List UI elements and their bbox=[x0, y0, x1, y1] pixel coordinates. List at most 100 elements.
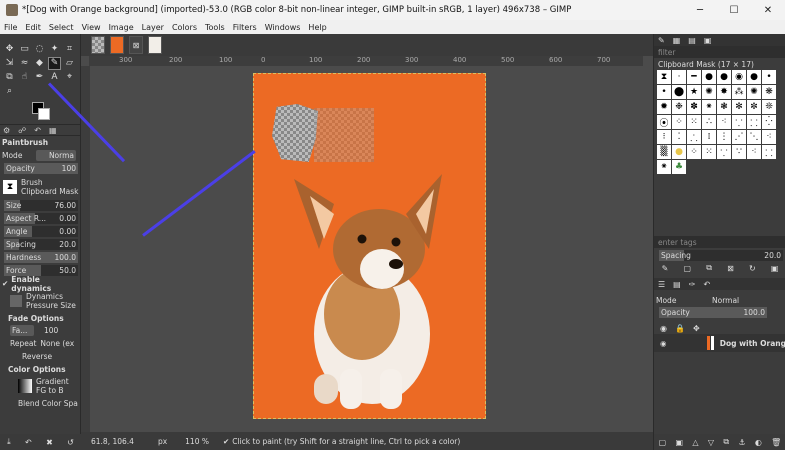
paintbrush-tool-icon[interactable]: ✎ bbox=[48, 56, 61, 70]
brush-item[interactable]: ❉ bbox=[672, 100, 686, 114]
brush-item[interactable]: ✸ bbox=[717, 85, 731, 99]
edit-brush-icon[interactable]: ✎ bbox=[662, 264, 669, 273]
brush-item[interactable]: ⁂ bbox=[732, 85, 746, 99]
brush-item[interactable]: ⁚ bbox=[672, 130, 686, 144]
brush-item[interactable]: ● bbox=[747, 70, 761, 84]
reset-options-icon[interactable]: ↺ bbox=[67, 438, 74, 447]
smudge-tool-icon[interactable]: ☝ bbox=[18, 71, 31, 84]
color-picker-tool-icon[interactable]: ⌖ bbox=[63, 71, 76, 84]
close-button[interactable]: ✕ bbox=[751, 0, 785, 20]
delete-options-icon[interactable]: ✖ bbox=[46, 438, 53, 447]
brush-item[interactable]: ✺ bbox=[747, 85, 761, 99]
undo-tab-icon[interactable]: ↶ bbox=[703, 280, 710, 289]
move-tool-icon[interactable]: ✥ bbox=[3, 43, 16, 56]
open-as-image-icon[interactable]: ▣ bbox=[771, 264, 779, 273]
brush-filter-input[interactable]: filter bbox=[654, 46, 785, 58]
eraser-tool-icon[interactable]: ▱ bbox=[63, 57, 76, 70]
brush-item[interactable]: ❊ bbox=[762, 100, 776, 114]
menu-select[interactable]: Select bbox=[49, 23, 74, 32]
brush-item[interactable]: • bbox=[657, 85, 671, 99]
brush-item[interactable]: ● bbox=[672, 145, 686, 159]
brush-item[interactable]: · bbox=[672, 70, 686, 84]
fonts-tab-icon[interactable]: ▤ bbox=[688, 36, 696, 45]
aspect-ratio-slider[interactable]: Aspect R... 0.00 bbox=[4, 213, 78, 224]
brush-item[interactable]: ▒ bbox=[657, 145, 671, 159]
paths-tab-icon[interactable]: ✑ bbox=[689, 280, 696, 289]
angle-slider[interactable]: Angle 0.00 bbox=[4, 226, 78, 237]
brush-item[interactable]: ⁙ bbox=[687, 115, 701, 129]
brush-item[interactable]: ⁘ bbox=[672, 115, 686, 129]
image-tab-close-icon[interactable]: ⊠ bbox=[129, 36, 143, 54]
layers-tab-icon[interactable]: ☰ bbox=[658, 280, 665, 289]
brush-item[interactable]: ⋰ bbox=[732, 130, 746, 144]
refresh-brushes-icon[interactable]: ↻ bbox=[749, 264, 756, 273]
fuzzy-select-tool-icon[interactable]: ✦ bbox=[48, 43, 61, 56]
brush-item[interactable]: ⁙ bbox=[702, 145, 716, 159]
repeat-select[interactable]: None (ex bbox=[40, 339, 74, 348]
brush-item[interactable]: • bbox=[762, 70, 776, 84]
brush-spacing-slider[interactable]: Spacing 20.0 bbox=[659, 250, 783, 261]
image-canvas[interactable] bbox=[253, 73, 486, 419]
brush-item[interactable]: ⁖ bbox=[762, 130, 776, 144]
brush-item[interactable]: ⬤ bbox=[672, 85, 686, 99]
patterns-tab-icon[interactable]: ▦ bbox=[673, 36, 681, 45]
layer-opacity-slider[interactable]: Opacity 100.0 bbox=[659, 307, 767, 318]
brush-item[interactable]: ✹ bbox=[657, 100, 671, 114]
brush-item[interactable]: ⸪ bbox=[717, 145, 731, 159]
brush-item[interactable]: ⁘ bbox=[687, 145, 701, 159]
transform-tool-icon[interactable]: ⇲ bbox=[3, 57, 16, 70]
brush-item[interactable]: ∵ bbox=[732, 145, 746, 159]
layer-visibility-eye-icon[interactable]: ◉ bbox=[660, 339, 667, 348]
background-color-swatch[interactable] bbox=[38, 108, 50, 120]
lasso-tool-icon[interactable]: ◌ bbox=[33, 43, 46, 56]
duplicate-layer-icon[interactable]: ⧉ bbox=[723, 437, 729, 447]
brush-item[interactable]: ✻ bbox=[732, 100, 746, 114]
brush-item[interactable]: ❋ bbox=[762, 85, 776, 99]
menu-tools[interactable]: Tools bbox=[205, 23, 225, 32]
brush-item[interactable]: ━ bbox=[687, 70, 701, 84]
brush-item[interactable]: ● bbox=[702, 70, 716, 84]
new-group-icon[interactable]: ▣ bbox=[676, 438, 684, 447]
brush-item[interactable]: ⁕ bbox=[702, 100, 716, 114]
anchor-layer-icon[interactable]: ⚓ bbox=[738, 438, 745, 447]
layer-mode-select[interactable]: Normal bbox=[712, 296, 739, 305]
lock-visibility-icon[interactable]: ◉ bbox=[660, 324, 667, 333]
rect-select-tool-icon[interactable]: ▭ bbox=[18, 43, 31, 56]
restore-options-icon[interactable]: ↶ bbox=[25, 438, 32, 447]
maximize-button[interactable]: ☐ bbox=[717, 0, 751, 20]
brushes-tab-icon[interactable]: ✎ bbox=[658, 36, 665, 45]
menu-windows[interactable]: Windows bbox=[265, 23, 301, 32]
clone-tool-icon[interactable]: ⧉ bbox=[3, 71, 16, 84]
brush-item[interactable]: ● bbox=[717, 70, 731, 84]
zoom-tool-icon[interactable]: ⌕ bbox=[3, 85, 16, 98]
lock-pixels-icon[interactable]: 🔒 bbox=[675, 324, 685, 333]
crop-tool-icon[interactable]: ⌗ bbox=[63, 43, 76, 56]
brush-item[interactable]: ✺ bbox=[702, 85, 716, 99]
zoom-select[interactable]: 110 % bbox=[185, 437, 209, 446]
minimize-button[interactable]: ─ bbox=[683, 0, 717, 20]
reverse-checkbox-label[interactable]: Reverse bbox=[22, 352, 52, 361]
brush-item[interactable]: ⸪ bbox=[732, 115, 746, 129]
brush-item[interactable]: ◉ bbox=[732, 70, 746, 84]
brush-item[interactable]: ⦿ bbox=[657, 115, 671, 129]
brush-item[interactable]: ⸬ bbox=[762, 145, 776, 159]
brush-item[interactable]: ∴ bbox=[702, 115, 716, 129]
force-slider[interactable]: Force 50.0 bbox=[4, 265, 78, 276]
warp-tool-icon[interactable]: ≈ bbox=[18, 57, 31, 70]
brush-item[interactable]: ⁞ bbox=[702, 130, 716, 144]
menu-file[interactable]: File bbox=[4, 23, 17, 32]
delete-layer-icon[interactable]: 🗑 bbox=[771, 438, 781, 447]
menu-layer[interactable]: Layer bbox=[142, 23, 164, 32]
brush-item[interactable]: ❃ bbox=[717, 100, 731, 114]
undo-history-tab-icon[interactable]: ↶ bbox=[34, 126, 41, 135]
spacing-slider[interactable]: Spacing 20.0 bbox=[4, 239, 78, 250]
brush-item[interactable]: ⁕ bbox=[657, 160, 671, 174]
menu-image[interactable]: Image bbox=[109, 23, 134, 32]
layer-row[interactable]: ◉ Dog with Orang bbox=[654, 334, 785, 352]
enable-dynamics-checkbox[interactable]: ✔ bbox=[2, 279, 8, 288]
duplicate-brush-icon[interactable]: ⧉ bbox=[706, 263, 712, 273]
delete-brush-icon[interactable]: ⊠ bbox=[727, 264, 734, 273]
brush-item[interactable]: ⁖ bbox=[717, 115, 731, 129]
brush-tags-input[interactable]: enter tags bbox=[654, 236, 785, 248]
size-slider[interactable]: Size 76.00 bbox=[4, 200, 78, 211]
